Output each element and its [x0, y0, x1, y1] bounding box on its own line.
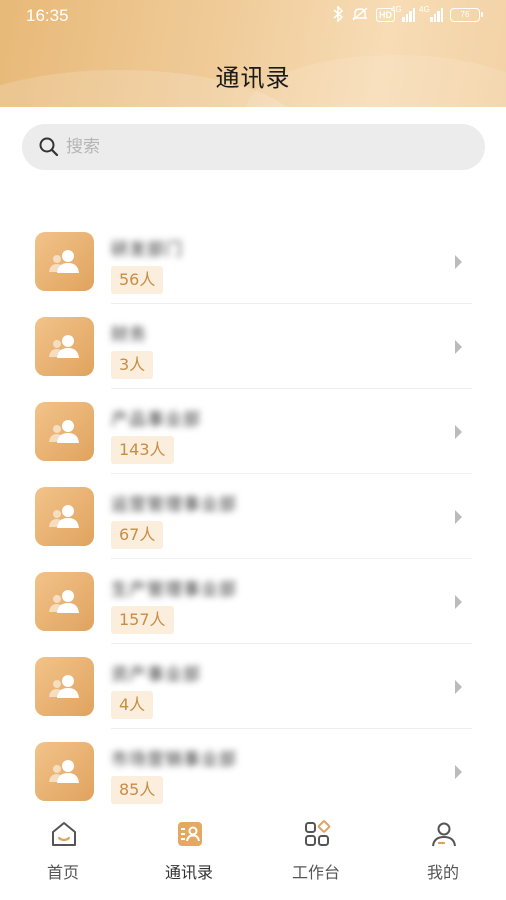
department-row[interactable]: 运营管理事业部 67人: [0, 475, 506, 559]
chevron-right-icon: [455, 425, 462, 439]
group-icon: [49, 675, 79, 698]
group-avatar: [35, 487, 94, 546]
member-count-badge: 157人: [111, 606, 174, 634]
search-bar[interactable]: [22, 124, 485, 170]
bottom-tab-bar: 首页 通讯录 工作台 我的: [0, 808, 506, 900]
group-icon: [49, 590, 79, 613]
home-icon: [52, 822, 76, 846]
chevron-right-icon: [455, 765, 462, 779]
department-name: 生产管理事业部: [111, 580, 237, 600]
group-icon: [49, 505, 79, 528]
signal-icon-2: 4G: [419, 5, 443, 22]
divider: [111, 728, 472, 729]
chevron-right-icon: [455, 340, 462, 354]
tab-label: 工作台: [291, 863, 340, 882]
chevron-right-icon: [455, 595, 462, 609]
department-row[interactable]: 财务 3人: [0, 305, 506, 389]
department-row[interactable]: 生产管理事业部 157人: [0, 560, 506, 644]
member-count-badge: 143人: [111, 436, 174, 464]
tab-home[interactable]: 首页: [0, 808, 126, 900]
group-avatar: [35, 572, 94, 631]
tab-label: 首页: [46, 863, 79, 882]
workbench-icon: [305, 820, 331, 846]
member-count-badge: 67人: [111, 521, 164, 549]
group-avatar: [35, 657, 94, 716]
signal-icon: 4G: [391, 5, 415, 22]
contacts-icon: [178, 822, 202, 846]
department-row[interactable]: 研发部门 56人: [0, 220, 506, 304]
group-icon: [49, 335, 79, 358]
divider: [111, 473, 472, 474]
group-icon: [49, 760, 79, 783]
search-icon: [38, 136, 60, 158]
department-name: 运营管理事业部: [111, 495, 237, 515]
divider: [111, 303, 472, 304]
chevron-right-icon: [455, 510, 462, 524]
tab-label: 通讯录: [164, 863, 213, 882]
status-icons: HD 4G 4G 76: [332, 4, 483, 25]
mute-icon: [351, 6, 369, 25]
department-name: 财务: [111, 325, 147, 345]
tab-profile[interactable]: 我的: [380, 808, 506, 900]
department-name: 研发部门: [111, 240, 183, 260]
chevron-right-icon: [455, 680, 462, 694]
department-row[interactable]: 市场营销事业部 85人: [0, 730, 506, 814]
header-banner: 16:35 HD 4G 4G 76 通讯录: [0, 0, 506, 107]
profile-icon: [432, 822, 456, 847]
group-icon: [49, 250, 79, 273]
group-avatar: [35, 402, 94, 461]
group-avatar: [35, 742, 94, 801]
department-name: 市场营销事业部: [111, 750, 237, 770]
page-title: 通讯录: [215, 64, 291, 92]
department-row[interactable]: 资产事业部 4人: [0, 645, 506, 729]
group-avatar: [35, 317, 94, 376]
member-count-badge: 85人: [111, 776, 164, 804]
divider: [111, 558, 472, 559]
status-time: 16:35: [26, 6, 69, 25]
department-row[interactable]: 产品事业部 143人: [0, 390, 506, 474]
department-name: 产品事业部: [111, 410, 201, 430]
chevron-right-icon: [455, 255, 462, 269]
tab-contacts[interactable]: 通讯录: [126, 808, 252, 900]
battery-icon: 76: [450, 8, 483, 22]
group-avatar: [35, 232, 94, 291]
group-icon: [49, 420, 79, 443]
divider: [111, 643, 472, 644]
divider: [111, 388, 472, 389]
bluetooth-icon: [332, 4, 344, 25]
search-input[interactable]: [66, 124, 466, 170]
tab-workbench[interactable]: 工作台: [253, 808, 379, 900]
status-bar: 16:35 HD 4G 4G 76: [0, 0, 506, 32]
member-count-badge: 56人: [111, 266, 164, 294]
member-count-badge: 3人: [111, 351, 154, 379]
department-name: 资产事业部: [111, 665, 201, 685]
member-count-badge: 4人: [111, 691, 154, 719]
tab-label: 我的: [426, 863, 459, 882]
